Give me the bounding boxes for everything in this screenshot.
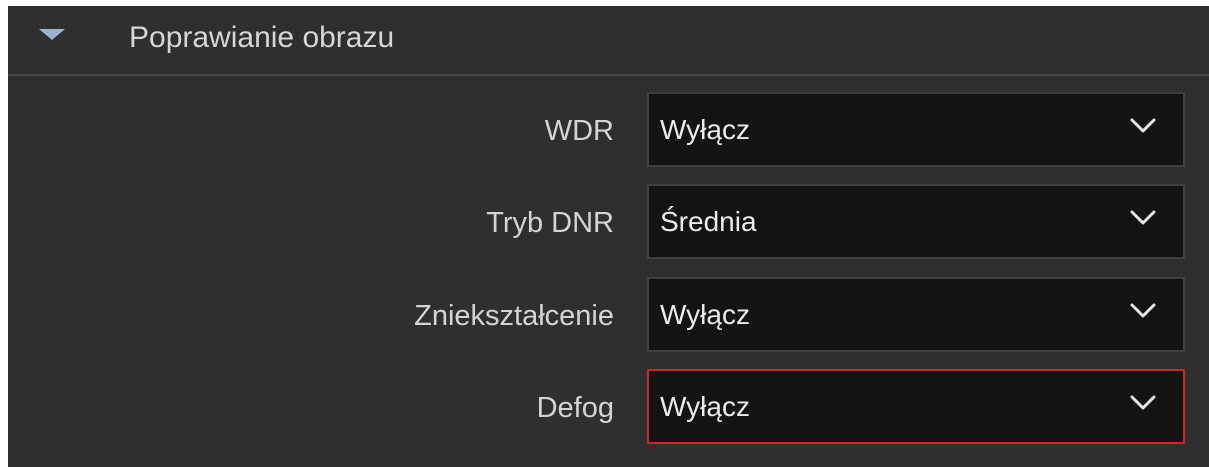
chevron-down-icon <box>1130 395 1156 410</box>
section-header-image-enhancement[interactable]: Poprawianie obrazu <box>8 6 1209 76</box>
defog-select[interactable]: Wyłącz <box>647 369 1185 444</box>
defog-select-value: Wyłącz <box>660 391 750 422</box>
dnr-mode-label: Tryb DNR <box>486 207 614 239</box>
wdr-select-value: Wyłącz <box>660 114 750 145</box>
wdr-label: WDR <box>544 115 614 147</box>
distortion-select[interactable]: Wyłącz <box>647 277 1185 352</box>
distortion-select-value: Wyłącz <box>660 299 750 330</box>
dnr-mode-select-value: Średnia <box>660 206 757 237</box>
chevron-down-icon <box>1130 303 1156 318</box>
chevron-down-icon <box>1130 210 1156 225</box>
caret-down-icon[interactable] <box>39 29 65 40</box>
wdr-select[interactable]: Wyłącz <box>647 92 1185 167</box>
dnr-mode-select[interactable]: Średnia <box>647 184 1185 259</box>
defog-label: Defog <box>536 392 614 424</box>
chevron-down-icon <box>1130 118 1156 133</box>
image-enhancement-panel: Poprawianie obrazu WDR Wyłącz Tryb DNR Ś… <box>8 6 1209 467</box>
section-title: Poprawianie obrazu <box>129 21 395 54</box>
distortion-label: Zniekształcenie <box>414 300 614 332</box>
